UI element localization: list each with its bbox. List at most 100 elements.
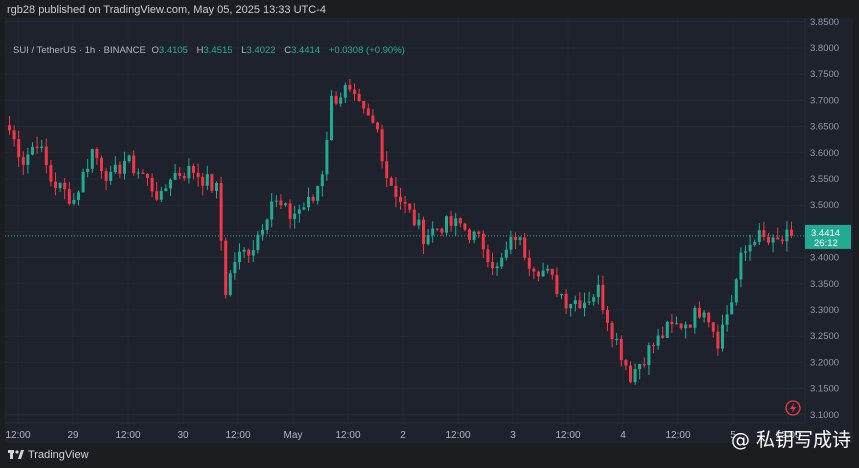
chart-pane[interactable]: SUI / TetherUS · 1h · BINANCE O3.4105 H3… [5, 18, 853, 443]
candle-body [523, 237, 527, 258]
candle-body [771, 237, 775, 243]
candle [325, 131, 329, 181]
candle [550, 268, 554, 280]
candle [343, 82, 347, 104]
candle-body [201, 176, 205, 186]
candle-body [481, 233, 485, 250]
candle [210, 173, 214, 194]
candle-body [509, 237, 513, 250]
candle-body [638, 363, 642, 370]
candle-body [366, 108, 370, 116]
candle-body [8, 125, 11, 131]
candle [40, 139, 44, 153]
candle [403, 195, 407, 214]
candle [44, 138, 48, 174]
candle [169, 178, 172, 197]
candle [578, 292, 582, 309]
candle-body [445, 216, 448, 233]
candle-body [247, 249, 251, 256]
candle-body [100, 157, 103, 172]
candle-body [192, 166, 195, 173]
candle [330, 90, 333, 141]
candle-body [514, 237, 517, 241]
candle-body [251, 250, 255, 256]
candle [205, 165, 209, 191]
candle-body [541, 270, 545, 277]
candle [583, 292, 586, 317]
close-value: 3.4414 [291, 45, 321, 56]
candle [463, 222, 467, 232]
candle-body [757, 230, 761, 243]
candle [371, 109, 375, 124]
price-tick-label: 3.3500 [810, 279, 839, 290]
candle [118, 161, 122, 179]
candle [187, 158, 191, 184]
candle-body [265, 219, 269, 231]
candle [224, 237, 228, 299]
candle-body [348, 85, 352, 90]
candle [21, 151, 25, 176]
candle-body [330, 95, 333, 141]
candle [100, 155, 103, 179]
candle [762, 221, 766, 241]
candle-body [468, 229, 471, 240]
candle [164, 184, 168, 192]
tradingview-logo[interactable]: TradingView [8, 449, 89, 461]
candle-body [504, 249, 508, 258]
candle-body [477, 231, 481, 234]
candle-body [537, 271, 540, 277]
candle-body [780, 239, 784, 242]
candle-body [698, 307, 701, 318]
candle-body [624, 360, 628, 366]
candle-body [776, 237, 780, 240]
candle-body [182, 176, 186, 179]
candle-body [389, 178, 393, 186]
candle-body [748, 244, 752, 252]
candle-body [403, 201, 407, 204]
candle [320, 170, 324, 197]
price-tick-label: 3.8500 [810, 18, 839, 28]
candle-body [762, 230, 766, 238]
candle [67, 182, 71, 206]
candle-body [583, 302, 586, 309]
candle-body [67, 189, 71, 204]
candle-body [242, 249, 246, 252]
candle [537, 270, 540, 282]
time-tick-label: 12:00 [335, 430, 360, 441]
candle-body [546, 268, 550, 271]
candle [376, 121, 379, 133]
candle [472, 230, 476, 244]
candle-body [40, 146, 44, 148]
price-tick-label: 3.1000 [810, 410, 839, 421]
candle-body [26, 154, 30, 165]
price-tick-label: 3.2000 [810, 357, 839, 368]
candle-body [118, 164, 122, 174]
candle-body [17, 139, 21, 158]
candle [417, 213, 421, 230]
candle-body [169, 179, 172, 189]
open-value: 3.4105 [158, 45, 188, 56]
candle [509, 230, 513, 255]
candle [495, 262, 499, 276]
candle-body [518, 237, 522, 241]
candle [49, 159, 53, 187]
candle-body [435, 228, 439, 230]
candle [380, 124, 384, 169]
candle [136, 168, 140, 179]
candles [8, 79, 793, 385]
candle [297, 204, 301, 223]
candle-body [150, 177, 154, 192]
candle [716, 324, 720, 356]
candle-body [123, 161, 126, 174]
candle [422, 216, 425, 255]
candle [744, 245, 747, 261]
candle-body [196, 172, 200, 177]
candle-body [21, 157, 25, 165]
candle [251, 240, 255, 262]
candle-body [72, 199, 76, 204]
candle-body [412, 209, 416, 226]
candle [675, 316, 678, 325]
candle-body [721, 324, 724, 349]
price-tick-label: 3.8000 [810, 43, 839, 54]
candle [445, 215, 448, 236]
